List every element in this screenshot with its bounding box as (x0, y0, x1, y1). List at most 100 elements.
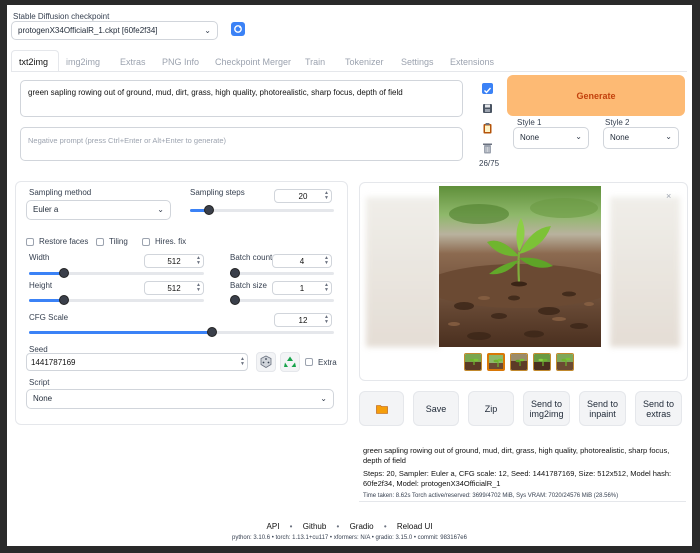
tab-img2img[interactable]: img2img (66, 57, 100, 67)
style1-label: Style 1 (517, 118, 542, 127)
spinner-arrows-icon: ▲ ▼ (196, 282, 201, 293)
tab-txt2img-label: txt2img (19, 57, 49, 67)
output-prompt-text: green sapling rowing out of ground, mud,… (363, 446, 670, 465)
height-label: Height (29, 281, 53, 290)
style1-value: None (520, 133, 540, 142)
api-link[interactable]: API (267, 522, 280, 531)
batch-count-value: 4 (299, 257, 305, 266)
prompt-input[interactable]: green sapling rowing out of ground, mud,… (20, 80, 463, 117)
send-to-extras-button[interactable]: Send to extras (635, 391, 682, 426)
height-value: 512 (167, 284, 181, 293)
style1-dropdown[interactable]: None ⌄ (513, 127, 589, 149)
tab-tokenizer[interactable]: Tokenizer (345, 57, 384, 67)
slider-handle[interactable] (230, 295, 240, 305)
generated-image[interactable] (439, 186, 601, 347)
save-style-button[interactable] (482, 101, 493, 113)
generate-button[interactable]: Generate (507, 75, 685, 116)
dice-icon (260, 355, 272, 368)
spinner-arrows-icon: ▲ ▼ (240, 356, 245, 367)
style2-dropdown[interactable]: None ⌄ (603, 127, 679, 149)
save-button[interactable]: Save (413, 391, 459, 426)
batch-count-slider[interactable] (230, 268, 334, 278)
height-slider[interactable] (29, 295, 204, 305)
recycle-icon (284, 356, 296, 367)
batch-size-label: Batch size (230, 281, 267, 290)
restore-faces-checkbox[interactable] (26, 238, 34, 246)
sampling-steps-label: Sampling steps (190, 188, 245, 197)
sampling-steps-slider[interactable] (190, 205, 334, 215)
github-link[interactable]: Github (303, 522, 327, 531)
slider-handle[interactable] (59, 268, 69, 278)
sampling-steps-input[interactable]: 20 ▲ ▼ (274, 189, 332, 203)
extra-seed-checkbox[interactable] (305, 358, 313, 366)
spinner-arrows-icon: ▲ ▼ (324, 190, 329, 201)
tab-png-info[interactable]: PNG Info (162, 57, 199, 67)
chevron-down-icon: ⌄ (665, 132, 672, 141)
script-dropdown[interactable]: None ⌄ (26, 389, 334, 409)
info-divider (359, 501, 686, 502)
batch-size-slider[interactable] (230, 295, 334, 305)
gallery-thumbnail[interactable] (487, 353, 505, 371)
hires-fix-checkbox[interactable] (142, 238, 150, 246)
style2-value: None (610, 133, 630, 142)
reload-ui-link[interactable]: Reload UI (397, 522, 433, 531)
gallery-thumbnail[interactable] (510, 353, 528, 371)
slider-handle[interactable] (207, 327, 217, 337)
refresh-icon (234, 25, 242, 33)
chevron-down-icon: ⌄ (575, 132, 582, 141)
folder-icon (375, 404, 388, 414)
restore-faces-label: Restore faces (39, 237, 89, 246)
floppy-disk-icon (483, 104, 492, 113)
height-input[interactable]: 512 ▲ ▼ (144, 281, 204, 295)
clear-prompt-button[interactable] (482, 141, 493, 154)
zip-button[interactable]: Zip (468, 391, 514, 426)
width-slider[interactable] (29, 268, 204, 278)
trash-icon (483, 143, 492, 154)
width-input[interactable]: 512 ▲ ▼ (144, 254, 204, 268)
tab-settings[interactable]: Settings (401, 57, 434, 67)
tab-extras[interactable]: Extras (120, 57, 146, 67)
tiling-label: Tiling (109, 237, 128, 246)
width-value: 512 (167, 257, 181, 266)
batch-size-input[interactable]: 1 ▲ ▼ (272, 281, 332, 295)
seed-input[interactable]: 1441787169 ▲ ▼ (26, 353, 248, 371)
cfg-scale-slider[interactable] (29, 327, 334, 337)
send-to-inpaint-button[interactable]: Send to inpaint (579, 391, 626, 426)
checkmark-icon (484, 87, 492, 94)
tiling-checkbox[interactable] (96, 238, 104, 246)
slider-handle[interactable] (230, 268, 240, 278)
slider-fill (29, 331, 212, 334)
random-seed-button[interactable] (256, 352, 276, 372)
script-value: None (33, 394, 53, 403)
blurred-backdrop-left (366, 197, 440, 347)
slider-handle[interactable] (59, 295, 69, 305)
negative-prompt-input[interactable]: Negative prompt (press Ctrl+Enter or Alt… (20, 127, 463, 161)
batch-size-value: 1 (299, 284, 305, 293)
tab-extensions[interactable]: Extensions (450, 57, 494, 67)
tab-checkpoint-merger[interactable]: Checkpoint Merger (215, 57, 291, 67)
apply-style-button[interactable] (482, 121, 493, 134)
close-icon[interactable]: × (666, 191, 671, 201)
thumbnail-image (511, 354, 527, 370)
batch-count-label: Batch count (230, 253, 273, 262)
send-to-img2img-button[interactable]: Send to img2img (523, 391, 570, 426)
thumbnail-image (465, 354, 481, 370)
reuse-seed-button[interactable] (280, 352, 300, 372)
paste-params-button[interactable] (482, 83, 493, 94)
checkpoint-dropdown[interactable]: protogenX34OfficialR_1.ckpt [60fe2f34] ⌄ (11, 21, 218, 40)
cfg-scale-input[interactable]: 12 ▲ ▼ (274, 313, 332, 327)
checkpoint-label: Stable Diffusion checkpoint (13, 12, 110, 21)
sampling-method-dropdown[interactable]: Euler a ⌄ (26, 200, 171, 220)
tab-train[interactable]: Train (305, 57, 325, 67)
spinner-arrows-icon: ▲ ▼ (324, 314, 329, 325)
batch-count-input[interactable]: 4 ▲ ▼ (272, 254, 332, 268)
slider-handle[interactable] (204, 205, 214, 215)
refresh-checkpoint-button[interactable] (231, 22, 245, 36)
checkpoint-value: protogenX34OfficialR_1.ckpt [60fe2f34] (18, 26, 158, 35)
cfg-scale-label: CFG Scale (29, 313, 69, 322)
gallery-thumbnail[interactable] (533, 353, 551, 371)
gradio-link[interactable]: Gradio (350, 522, 374, 531)
open-folder-button[interactable] (359, 391, 404, 426)
gallery-thumbnail[interactable] (464, 353, 482, 371)
gallery-thumbnail[interactable] (556, 353, 574, 371)
